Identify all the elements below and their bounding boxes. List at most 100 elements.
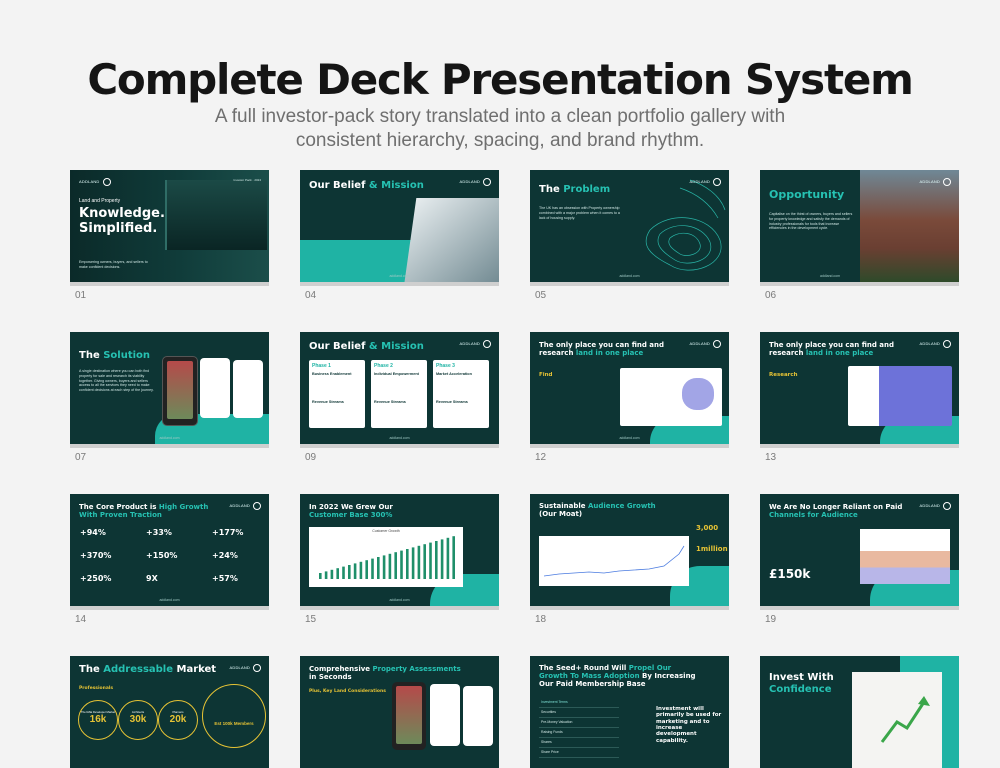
slide-thumbnail[interactable]: Invest With Confidence — [760, 656, 959, 768]
chart-bar — [388, 553, 392, 579]
market-circle: Planners 20k — [158, 700, 198, 740]
kpi-value: 3,000 — [696, 524, 719, 532]
brand-logo: ADDLAND — [229, 664, 261, 672]
slide-thumbnail[interactable]: ADDLAND The only place you can find and … — [530, 332, 729, 444]
table-row: Pre-Money Valuation — [539, 718, 619, 728]
slide-card[interactable]: The Seed+ Round Will Propel Our Growth T… — [530, 656, 730, 768]
chart-bar — [371, 558, 374, 579]
slide-title: The Problem — [539, 184, 611, 195]
table-row: Raising Funds — [539, 728, 619, 738]
chart-bar — [377, 557, 380, 579]
website-footer: addland.com — [159, 598, 180, 602]
market-circle: Architects 30k — [118, 700, 158, 740]
slide-thumbnail[interactable]: ADDLAND The Addressable Market Professio… — [70, 656, 269, 768]
slide-thumbnail[interactable]: In 2022 We Grew Our Customer Base 300% Cu… — [300, 494, 499, 606]
slide-thumbnail[interactable]: ADDLAND Our Belief & Mission addland.com — [300, 170, 499, 282]
slide-card[interactable]: ADDLAND We Are No Longer Reliant on Paid… — [760, 494, 960, 625]
slide-card[interactable]: In 2022 We Grew Our Customer Base 300% Cu… — [300, 494, 500, 625]
slide-card[interactable]: ADDLAND The only place you can find and … — [760, 332, 960, 463]
investment-terms-table: Investment Terms Securities Pre-Money Valu… — [539, 698, 619, 758]
slide-number: 07 — [75, 452, 87, 463]
stat-value: +150% — [146, 551, 178, 560]
slide-thumbnail[interactable]: ADDLAND The Core Product is High Growth W… — [70, 494, 269, 606]
analytics-screenshot — [539, 536, 689, 586]
phone-mockup — [463, 686, 493, 746]
brand-logo: ADDLAND — [459, 178, 491, 186]
website-footer: addland.com — [389, 598, 410, 602]
slide-card[interactable]: The Solution A single destination where … — [70, 332, 270, 463]
slide-title: Comprehensive Property Assessments in Sec… — [309, 665, 461, 682]
slide-card[interactable]: Comprehensive Property Assessments in Sec… — [300, 656, 500, 768]
chart-bar — [394, 552, 397, 579]
slide-number: 09 — [305, 452, 317, 463]
slide-title: The Core Product is High Growth With Prov… — [79, 503, 209, 520]
brand-logo: ADDLAND — [919, 178, 951, 186]
phone-mockup — [162, 356, 198, 426]
slide-title: We Are No Longer Reliant on Paid Channels… — [769, 503, 903, 520]
slide-card[interactable]: ADDLAND Opportunity Capitalise on the th… — [760, 170, 960, 301]
slide-number: 05 — [535, 290, 547, 301]
slide-gallery: ADDLAND Investor Pack · 2024 Land and Pr… — [0, 0, 1000, 768]
area-chart-screenshot — [860, 529, 950, 584]
slide-number: 15 — [305, 614, 317, 625]
chart-bar — [423, 544, 426, 579]
slide-thumbnail[interactable]: ADDLAND The only place you can find and … — [760, 332, 959, 444]
brand-logo: ADDLAND — [229, 502, 261, 510]
slide-thumbnail[interactable]: ADDLAND The Problem The UK has an obsess… — [530, 170, 729, 282]
website-footer: addland.com — [619, 274, 640, 278]
slide-thumbnail[interactable]: The Seed+ Round Will Propel Our Growth T… — [530, 656, 729, 768]
slide-card[interactable]: Sustainable Audience Growth (Our Moat) 3,… — [530, 494, 730, 625]
slide-thumbnail[interactable]: ADDLAND Our Belief & Mission Phase 1 Bus… — [300, 332, 499, 444]
slide-tag: Research — [769, 372, 798, 378]
slide-card[interactable]: ADDLAND The Addressable Market Professio… — [70, 656, 270, 768]
slide-card[interactable]: ADDLAND The Problem The UK has an obsess… — [530, 170, 730, 301]
brand-logo: ADDLAND — [689, 178, 721, 186]
slide-tag: Professionals — [79, 686, 114, 691]
slide-number: 12 — [535, 452, 547, 463]
slide-number: 18 — [535, 614, 547, 625]
slide-number: 14 — [75, 614, 87, 625]
brand-logo: ADDLAND — [79, 178, 111, 186]
slide-number: 01 — [75, 290, 87, 301]
slide-title: In 2022 We Grew Our Customer Base 300% — [309, 503, 393, 520]
slide-title: Sustainable Audience Growth (Our Moat) — [539, 502, 656, 519]
slide-card[interactable]: ADDLAND Investor Pack · 2024 Land and Pr… — [70, 170, 270, 301]
slide-card[interactable]: ADDLAND The Core Product is High Growth W… — [70, 494, 270, 625]
slide-card[interactable]: ADDLAND The only place you can find and … — [530, 332, 730, 463]
slide-card[interactable]: Invest With Confidence — [760, 656, 960, 768]
website-footer: addland.com — [389, 436, 410, 440]
slide-number: 06 — [765, 290, 777, 301]
slide-thumbnail[interactable]: ADDLAND Investor Pack · 2024 Land and Pr… — [70, 170, 269, 282]
brand-logo: ADDLAND — [459, 340, 491, 348]
chart-bar — [382, 555, 386, 579]
phone-mockup — [233, 360, 263, 418]
stat-value: 9X — [146, 574, 158, 583]
kpi-value: £150k — [769, 567, 811, 581]
chart-bar — [353, 563, 357, 579]
slide-thumbnail[interactable]: The Solution A single destination where … — [70, 332, 269, 444]
chart-bar — [417, 545, 421, 579]
slide-thumbnail[interactable]: ADDLAND Opportunity Capitalise on the th… — [760, 170, 959, 282]
slide-tag: Plus, Key Land Considerations — [309, 689, 386, 694]
table-row: Investment Terms — [539, 698, 619, 708]
slide-date: Investor Pack · 2024 — [233, 178, 261, 182]
slide-body: Capitalise on the thirst of owners, buye… — [769, 212, 853, 231]
slide-body: Investment will primarily be used for ma… — [656, 706, 722, 744]
chart-bar — [319, 573, 322, 579]
slide-title: Our Belief & Mission — [309, 341, 424, 352]
chart-bar — [435, 541, 438, 579]
slide-thumbnail[interactable]: ADDLAND We Are No Longer Reliant on Paid… — [760, 494, 959, 606]
chart-title: Customer Growth — [372, 529, 400, 533]
slide-title: The only place you can find and research… — [539, 341, 665, 358]
slide-number: 13 — [765, 452, 777, 463]
slide-title: The Addressable Market — [79, 664, 217, 675]
slide-title: The Solution — [79, 350, 151, 361]
outer-market-circle: Est 100k Members — [202, 684, 266, 748]
chart-bar — [446, 537, 450, 579]
slide-card[interactable]: ADDLAND Our Belief & Mission addland.com… — [300, 170, 500, 301]
slide-card[interactable]: ADDLAND Our Belief & Mission Phase 1 Bus… — [300, 332, 500, 463]
slide-thumbnail[interactable]: Sustainable Audience Growth (Our Moat) 3,… — [530, 494, 729, 606]
chart-bar — [348, 565, 351, 579]
slide-thumbnail[interactable]: Comprehensive Property Assessments in Sec… — [300, 656, 499, 768]
chart-bar — [411, 547, 415, 579]
